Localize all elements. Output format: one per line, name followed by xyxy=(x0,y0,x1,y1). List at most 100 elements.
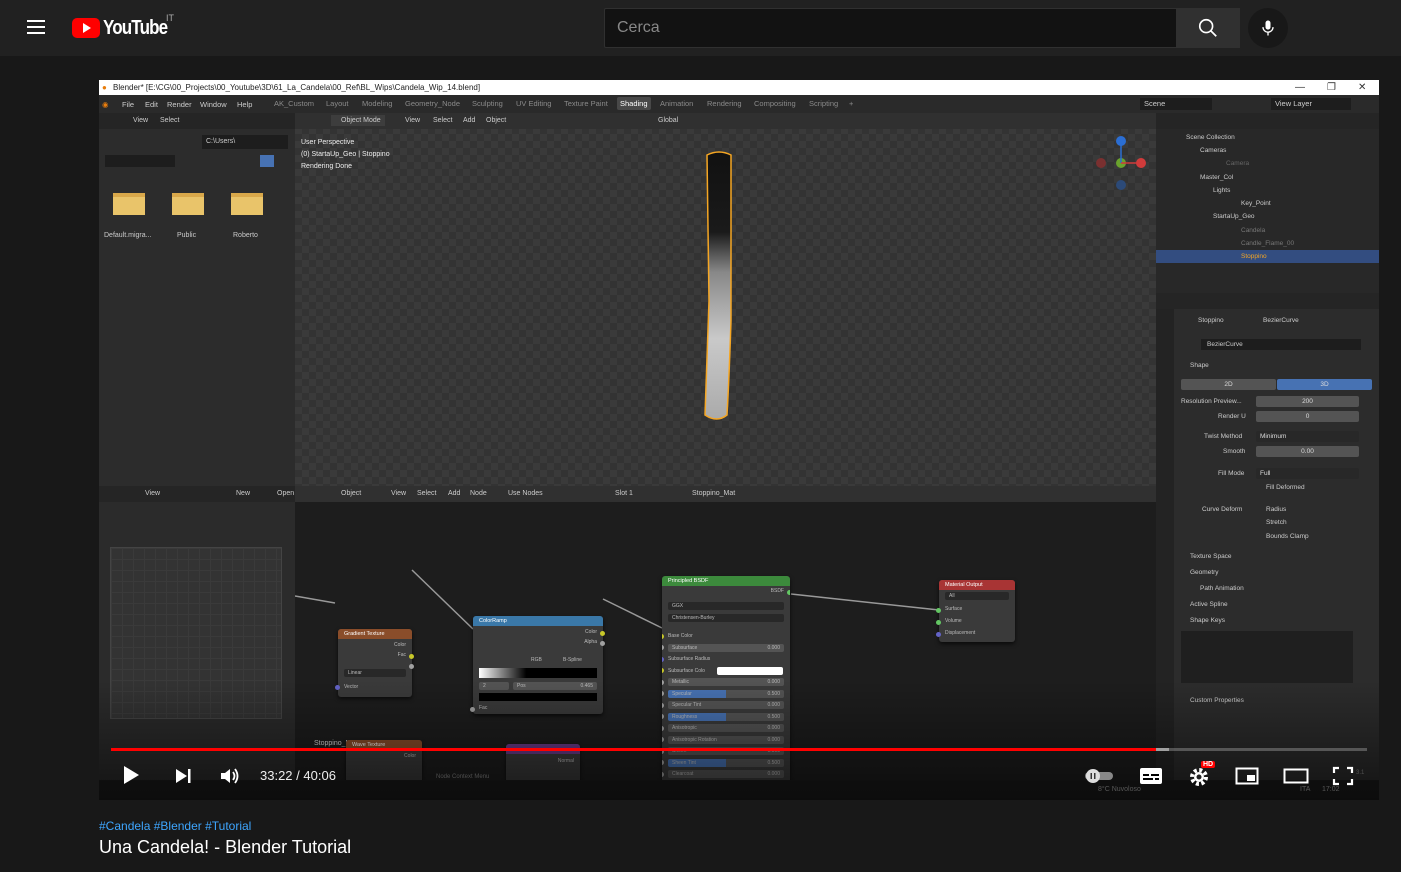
hashtag-link[interactable]: #Tutorial xyxy=(205,819,251,833)
file-browser: View Select C:\Users\ Default.migra... P… xyxy=(99,113,295,486)
prop-smooth: 0.00 xyxy=(1256,446,1359,457)
ramp-pos-label: Pos xyxy=(517,683,526,689)
volume-icon xyxy=(221,768,239,784)
search-box xyxy=(604,8,1177,48)
hamburger-menu-icon[interactable] xyxy=(22,16,50,40)
prop-fill-deformed: Fill Deformed xyxy=(1266,484,1305,491)
bsdf-input-label: Anisotropic xyxy=(672,725,697,731)
subsurface-color-swatch xyxy=(717,666,783,675)
vp-menu-add: Add xyxy=(463,117,476,124)
vp-menu-view: View xyxy=(405,117,421,124)
prop-datablock: BezierCurve xyxy=(1201,339,1361,350)
properties-editor: Stoppino BezierCurve BezierCurve Shape 2… xyxy=(1156,293,1379,800)
fb-menu-view: View xyxy=(133,117,149,124)
prop-3d-toggle: 3D xyxy=(1277,379,1372,390)
bsdf-input-value: 0.000 xyxy=(767,644,780,651)
vp-menu-select: Select xyxy=(433,117,453,124)
node-output: Color xyxy=(404,753,416,759)
voice-search-button[interactable] xyxy=(1248,8,1288,48)
fb-search-field xyxy=(105,155,175,167)
node-output: Color xyxy=(394,642,406,648)
bsdf-input-row: Metallic 0.000 xyxy=(668,678,784,686)
properties-tabs xyxy=(1156,309,1174,800)
socket xyxy=(335,685,340,690)
bsdf-input-label: Sheen Tint xyxy=(672,759,696,766)
bsdf-input-label: Metallic xyxy=(672,679,689,685)
bsdf-input-label: Subsurface Colo xyxy=(668,667,705,674)
prop-render-u: 0 xyxy=(1256,411,1359,422)
outliner-item: Master_Col xyxy=(1200,174,1234,181)
close-icon: ✕ xyxy=(1358,82,1367,93)
principled-bsdf-node: Principled BSDF BSDF GGX Christensen-Bur… xyxy=(662,576,790,800)
ws-layout: Layout xyxy=(326,99,349,108)
fullscreen-button[interactable] xyxy=(1332,766,1354,791)
ie-menu-view: View xyxy=(145,490,161,497)
socket xyxy=(600,641,605,646)
prop-label: Render U xyxy=(1218,413,1246,420)
prop-radius: Radius xyxy=(1266,506,1287,513)
node-editor: Object View Select Add Node Use Nodes Sl… xyxy=(295,486,1156,800)
next-button[interactable] xyxy=(173,766,193,791)
image-editor-header: View New Open xyxy=(99,486,295,502)
skip-next-icon xyxy=(176,769,191,783)
bsdf-input-label: Specular xyxy=(672,690,692,697)
search-button[interactable] xyxy=(1176,8,1240,48)
prop-twist-method: Minimum xyxy=(1256,431,1359,442)
ws-sculpting: Sculpting xyxy=(472,99,503,108)
node-input: Volume xyxy=(945,618,962,624)
subtitles-button[interactable] xyxy=(1139,766,1163,791)
outliner-header xyxy=(1156,113,1379,129)
bsdf-input-row: Base Color xyxy=(668,632,784,640)
bsdf-input-value: 0.000 xyxy=(767,771,780,777)
ramp-interp: B-Spline xyxy=(563,657,582,663)
minimize-icon: — xyxy=(1295,82,1305,93)
fb-menu-select: Select xyxy=(160,117,180,124)
node-input: Displacement xyxy=(945,630,976,636)
prop-stretch: Stretch xyxy=(1266,519,1287,526)
node-title: Material Output xyxy=(939,580,1015,590)
colorramp-node: ColorRamp Color Alpha RGB B-Spline 2 Pos… xyxy=(470,616,605,714)
menu-render: Render xyxy=(167,100,192,109)
mute-button[interactable] xyxy=(219,766,241,791)
miniplayer-button[interactable] xyxy=(1235,766,1259,791)
play-button[interactable] xyxy=(121,764,141,791)
hd-badge: HD xyxy=(1201,761,1216,768)
settings-button[interactable]: HD xyxy=(1187,761,1216,794)
gear-icon xyxy=(1190,768,1208,786)
vp-menu-object: Object xyxy=(486,117,507,124)
region-code: IT xyxy=(166,13,174,23)
socket xyxy=(662,714,664,719)
viewport-3d: Object Mode View Select Add Object Globa… xyxy=(295,113,1156,486)
socket xyxy=(662,679,664,685)
socket xyxy=(409,664,414,669)
prop-label: Smooth xyxy=(1223,448,1246,455)
ramp-color-swatch xyxy=(479,693,597,701)
blender-title-bar: ● Blender* [E:\CG\00_Projects\00_Youtube… xyxy=(99,80,1379,95)
bsdf-distribution: GGX xyxy=(668,602,784,610)
progress-bar[interactable] xyxy=(111,748,1367,751)
prop-section: Shape Keys xyxy=(1190,617,1226,624)
orientation-dropdown: Global xyxy=(658,117,679,124)
socket xyxy=(662,725,664,731)
video-player[interactable]: ● Blender* [E:\CG\00_Projects\00_Youtube… xyxy=(99,80,1379,800)
hashtag-link[interactable]: #Blender xyxy=(154,819,202,833)
add-workspace-icon: + xyxy=(849,99,854,108)
theater-mode-button[interactable] xyxy=(1283,766,1309,791)
prop-section: Active Spline xyxy=(1190,601,1228,608)
youtube-logo[interactable]: YouTube IT xyxy=(72,13,179,40)
autoplay-toggle[interactable] xyxy=(1083,768,1115,789)
prop-label: Twist Method xyxy=(1204,433,1243,440)
file-browser-header: View Select xyxy=(99,113,295,129)
search-icon xyxy=(1198,18,1217,37)
hashtag-link[interactable]: #Candela xyxy=(99,819,150,833)
bsdf-input-row: Roughness 0.500 xyxy=(668,712,784,721)
bsdf-input-label: Base Color xyxy=(668,633,693,639)
node-output: Color xyxy=(585,629,597,635)
bsdf-input-value: 0.000 xyxy=(767,679,780,685)
search-input[interactable] xyxy=(605,9,1176,47)
prop-section-shape: Shape xyxy=(1190,362,1209,369)
socket xyxy=(662,737,664,742)
socket xyxy=(662,691,664,696)
ws-rendering: Rendering xyxy=(707,99,742,108)
blender-title: Blender* [E:\CG\00_Projects\00_Youtube\3… xyxy=(113,83,481,92)
